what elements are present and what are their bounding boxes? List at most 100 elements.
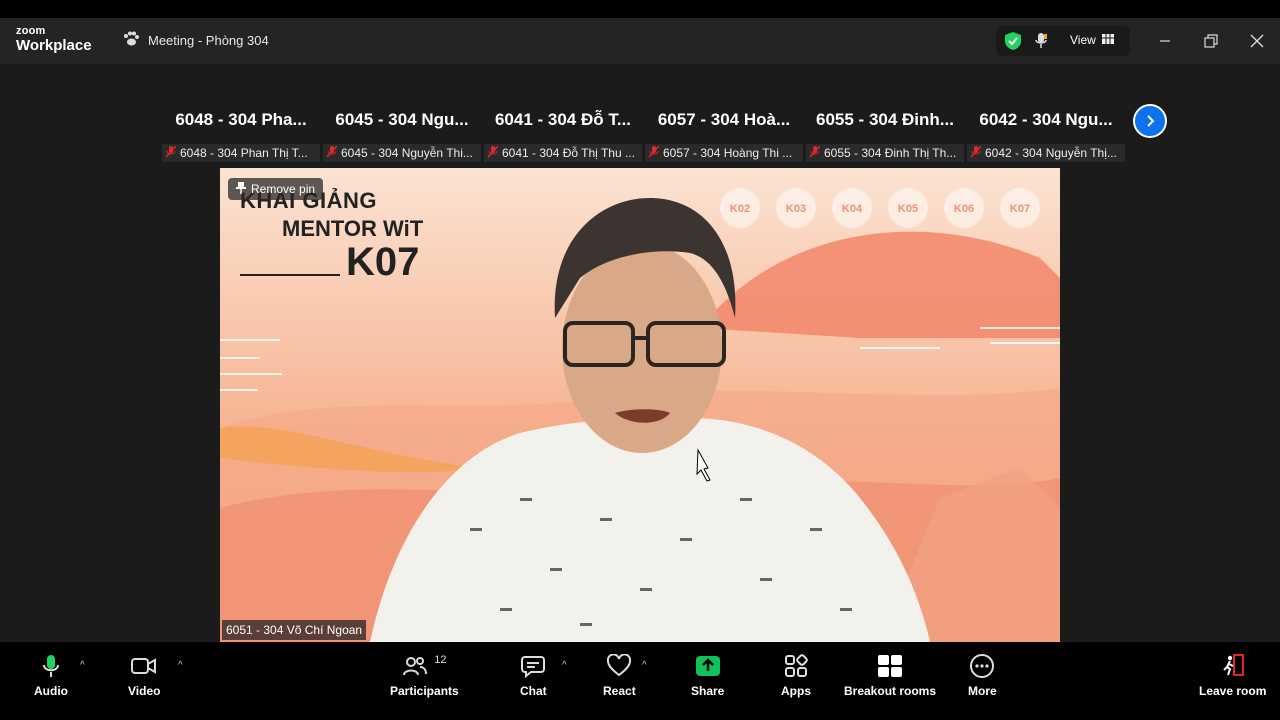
breakout-rooms-button[interactable]: Breakout rooms [844, 654, 936, 698]
participant-name-large: 6057 - 304 Hoà... [657, 110, 791, 129]
more-icon [970, 654, 995, 678]
cohort-badge-label: K07 [1010, 203, 1030, 215]
speaker-name-label: 6051 - 304 Võ Chí Ngoan [222, 620, 367, 640]
participant-tile[interactable]: 6041 - 304 Đỗ T... 6041 - 304 Đỗ Thị Thu … [484, 104, 642, 166]
leave-room-label: Leave room [1199, 684, 1267, 698]
participant-label-text: 6048 - 304 Phan Thị T... [180, 146, 308, 160]
react-options-caret-icon[interactable]: ^ [642, 660, 647, 671]
chat-icon [521, 656, 546, 678]
participant-label-text: 6057 - 304 Hoàng Thi ... [663, 146, 793, 160]
participants-button[interactable]: 12 Participants [390, 654, 459, 698]
meeting-area: 6048 - 304 Pha... 6048 - 304 Phan Thị T..… [0, 64, 1280, 642]
apps-label: Apps [781, 684, 811, 698]
mic-status-icon [1034, 32, 1048, 55]
breakout-rooms-icon [878, 655, 903, 677]
meeting-toolbar: Audio ^ Video ^ 12 Participants Chat ^ R… [0, 642, 1280, 720]
muted-mic-icon [648, 144, 660, 161]
shield-icon[interactable] [1004, 31, 1022, 56]
participants-count: 12 [434, 654, 447, 666]
close-button[interactable] [1244, 28, 1270, 54]
view-label: View [1070, 33, 1096, 47]
cohort-badge-label: K05 [898, 203, 918, 215]
participant-name-large: 6042 - 304 Ngu... [979, 110, 1113, 129]
participant-label: 6042 - 304 Nguyễn Thị... [967, 144, 1125, 162]
participant-tile[interactable]: 6042 - 304 Ngu... 6042 - 304 Nguyễn Thị..… [967, 104, 1125, 166]
banner-line-3: K07 [346, 240, 420, 284]
restore-icon [1204, 34, 1218, 48]
pin-icon [236, 181, 246, 197]
remove-pin-button[interactable]: Remove pin [228, 178, 324, 200]
participant-label: 6057 - 304 Hoàng Thi ... [645, 144, 803, 162]
zoom-logo: zoom Workplace [16, 25, 92, 54]
participant-label-text: 6042 - 304 Nguyễn Thị... [985, 146, 1117, 160]
participant-label-text: 6055 - 304 Đinh Thị Th... [824, 146, 957, 160]
meeting-info[interactable]: Meeting - Phòng 304 [122, 31, 269, 50]
muted-mic-icon [326, 144, 338, 161]
apps-icon [785, 654, 808, 677]
minimize-icon [1160, 40, 1170, 42]
participant-label: 6048 - 304 Phan Thị T... [162, 144, 320, 162]
chat-button[interactable]: Chat [520, 654, 547, 698]
participant-strip: 6048 - 304 Pha... 6048 - 304 Phan Thị T..… [162, 104, 1125, 166]
heart-icon [607, 654, 632, 677]
screen-top-border [0, 0, 1280, 18]
cohort-badge-label: K06 [954, 203, 974, 215]
event-banner: KHAI GIẢNG MENTOR WiT K07 [240, 190, 423, 282]
video-options-caret-icon[interactable]: ^ [178, 660, 183, 671]
microphone-icon [43, 655, 59, 677]
participant-tile[interactable]: 6055 - 304 Đinh... 6055 - 304 Đinh Thị Th… [806, 104, 964, 166]
participant-label-text: 6045 - 304 Nguyễn Thi... [341, 146, 473, 160]
more-button[interactable]: More [968, 654, 997, 698]
chevron-right-icon [1147, 115, 1155, 127]
share-screen-icon [695, 656, 720, 676]
cohort-badge-label: K03 [786, 203, 806, 215]
cohort-badge-label: K02 [730, 203, 750, 215]
minimize-button[interactable] [1152, 28, 1178, 54]
video-button[interactable]: Video [128, 654, 160, 698]
participant-label-text: 6041 - 304 Đỗ Thị Thu ... [502, 146, 635, 160]
video-camera-icon [131, 658, 157, 674]
apps-button[interactable]: Apps [781, 654, 811, 698]
audio-options-caret-icon[interactable]: ^ [80, 660, 85, 671]
participant-label: 6041 - 304 Đỗ Thị Thu ... [484, 144, 642, 162]
participant-tile[interactable]: 6045 - 304 Ngu... 6045 - 304 Nguyễn Thi..… [323, 104, 481, 166]
restore-button[interactable] [1198, 28, 1224, 54]
share-label: Share [691, 684, 725, 698]
breakout-rooms-label: Breakout rooms [844, 684, 937, 698]
participant-name-large: 6041 - 304 Đỗ T... [494, 110, 632, 129]
audio-button[interactable]: Audio [34, 654, 68, 698]
participant-label: 6045 - 304 Nguyễn Thi... [323, 144, 481, 162]
banner-rule [240, 274, 340, 276]
top-right-controls: View [996, 26, 1130, 56]
meeting-title: Meeting - Phòng 304 [148, 33, 269, 48]
chat-options-caret-icon[interactable]: ^ [562, 660, 567, 671]
chat-label: Chat [520, 684, 547, 698]
logo-brand-top: zoom [16, 25, 46, 37]
cohort-badge-label: K04 [842, 203, 863, 215]
participants-icon [403, 657, 428, 676]
participant-tile[interactable]: 6048 - 304 Pha... 6048 - 304 Phan Thị T..… [162, 104, 320, 166]
logo-brand-bottom: Workplace [16, 37, 92, 54]
remove-pin-label: Remove pin [251, 182, 316, 196]
participant-name-large: 6055 - 304 Đinh... [816, 110, 954, 129]
leave-icon [1222, 654, 1244, 676]
participant-tile[interactable]: 6057 - 304 Hoà... 6057 - 304 Hoàng Thi ..… [645, 104, 803, 166]
pinned-video[interactable]: K02 K03 K04 K05 K06 K07 KHAI GIẢNG MENTOR WiT… [220, 168, 1060, 642]
react-label: React [603, 684, 636, 698]
paw-icon [122, 31, 140, 50]
participant-name-large: 6048 - 304 Pha... [175, 110, 307, 129]
participant-name-large: 6045 - 304 Ngu... [335, 110, 469, 129]
title-bar: zoom Workplace Meeting - Phòng 304 View [0, 18, 1280, 64]
muted-mic-icon [970, 144, 982, 161]
next-page-button[interactable] [1133, 104, 1167, 138]
more-label: More [968, 684, 997, 698]
participants-label: Participants [390, 684, 459, 698]
react-button[interactable]: React [603, 654, 636, 698]
banner-line-2: MENTOR WiT [282, 216, 424, 241]
close-icon [1250, 34, 1264, 48]
leave-room-button[interactable]: Leave room [1199, 654, 1266, 698]
video-label: Video [128, 684, 161, 698]
share-button[interactable]: Share [691, 654, 724, 698]
view-button[interactable]: View [1070, 33, 1114, 47]
audio-label: Audio [34, 684, 68, 698]
